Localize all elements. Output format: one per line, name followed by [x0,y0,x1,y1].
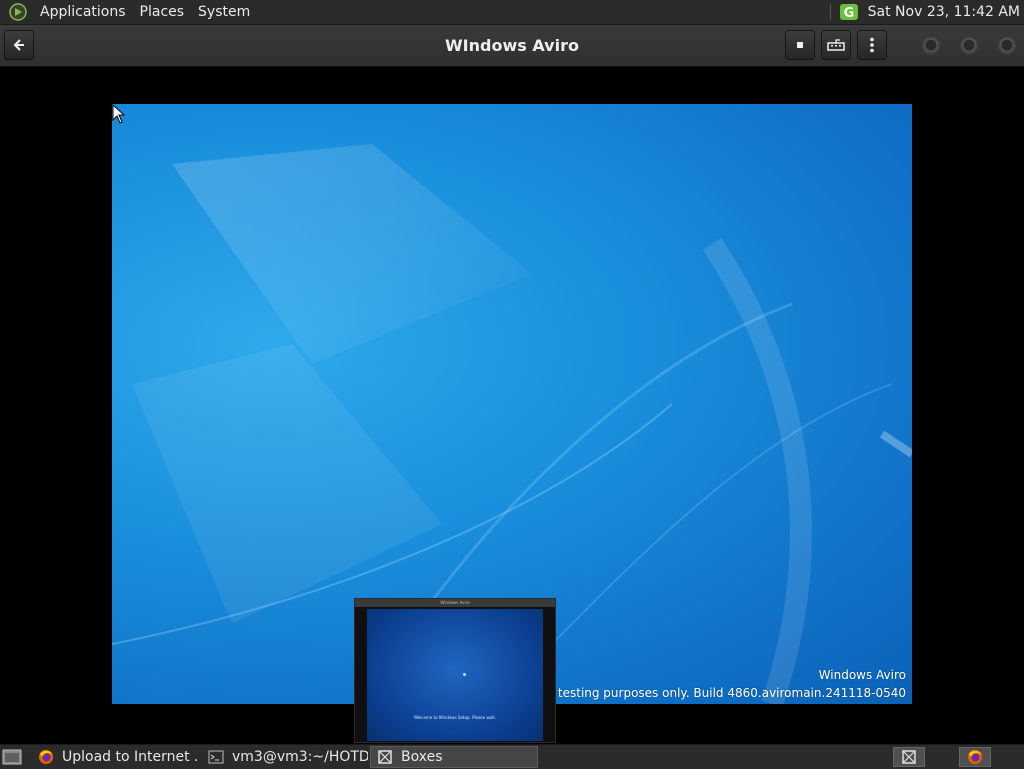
svg-text:G: G [843,6,854,20]
taskbar-item-terminal[interactable]: vm3@vm3:~/HOTD... [202,746,368,768]
show-desktop-icon[interactable] [2,748,22,766]
panel-separator [829,4,831,20]
taskbar-item-firefox[interactable]: Upload to Internet ... [32,746,198,768]
terminal-icon [208,750,224,764]
clock[interactable]: Sat Nov 23, 11:42 AM [868,4,1020,20]
maximize-window-button[interactable] [960,37,978,55]
boxes-header-bar: WIndows Aviro [0,25,1024,67]
preview-caption: Welcome to Windows Setup. Please wait. [413,715,497,720]
watermark-build: For testing purposes only. Build 4860.av… [535,686,906,700]
workspace-switcher-firefox[interactable] [959,747,991,767]
bottom-panel: Upload to Internet ... vm3@vm3:~/HOTD...… [0,744,1024,769]
mate-menu-logo-icon[interactable] [9,3,27,21]
vertical-ellipsis-icon [870,37,874,53]
preview-spinner-icon [463,673,466,676]
minimize-window-button[interactable] [922,37,940,55]
applications-menu[interactable]: Applications [33,4,133,20]
close-window-button[interactable] [998,37,1016,55]
top-panel: Applications Places System G Sat Nov 23,… [0,0,1024,25]
stop-icon [797,42,803,48]
watermark-edition: Windows Aviro [818,668,906,682]
window-preview-thumbnail[interactable]: WIndows Aviro Welcome to Windows Setup. … [354,598,556,743]
task-label: Boxes [401,749,443,765]
boxes-icon [378,750,392,764]
preview-title: WIndows Aviro [355,599,555,607]
task-label: Upload to Internet ... [62,749,198,765]
system-menu[interactable]: System [191,4,257,20]
taskbar-item-boxes[interactable]: Boxes [370,746,538,768]
preview-screen: Welcome to Windows Setup. Please wait. [367,609,543,741]
send-keys-button[interactable] [821,30,851,60]
stop-button[interactable] [785,30,815,60]
boxes-icon [902,750,916,764]
arrow-left-icon [13,39,24,51]
keyboard-icon [827,39,845,51]
places-menu[interactable]: Places [133,4,192,20]
update-manager-icon[interactable]: G [839,4,858,20]
back-button[interactable] [4,30,34,60]
firefox-icon [968,750,982,764]
mouse-cursor-icon [112,104,126,124]
menu-button[interactable] [857,30,887,60]
workspace-switcher-boxes[interactable] [893,747,925,767]
task-label: vm3@vm3:~/HOTD... [232,749,368,765]
windows-build-watermark: Windows Aviro For testing purposes only.… [535,666,906,702]
firefox-icon [39,750,53,764]
